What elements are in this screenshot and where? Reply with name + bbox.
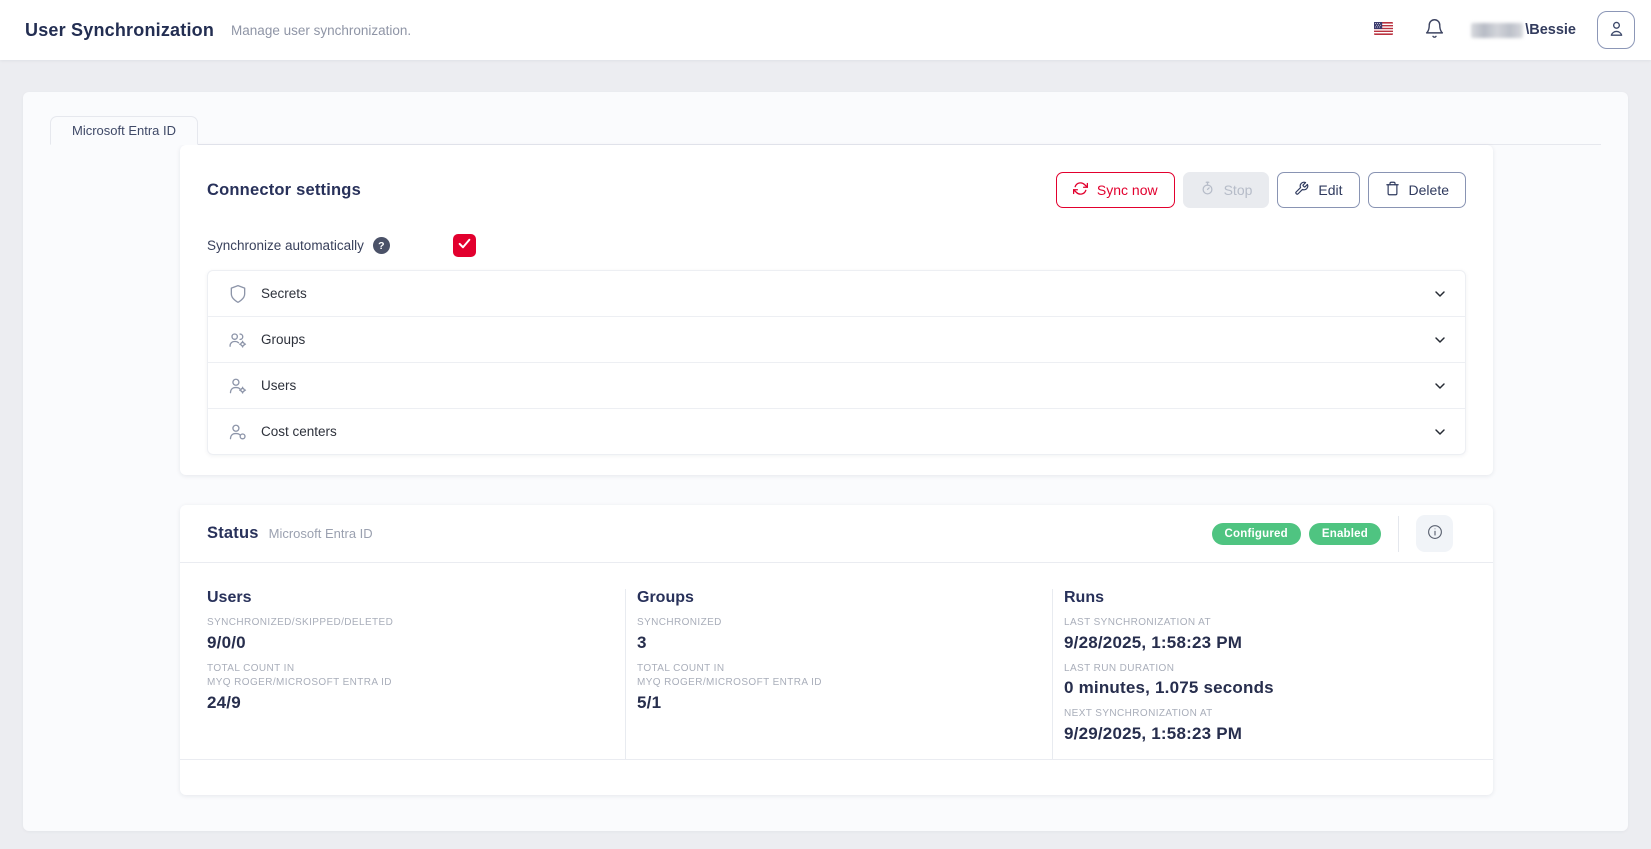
sync-refresh-icon (1073, 181, 1088, 199)
status-header: Status Microsoft Entra ID Configured Ena… (180, 505, 1493, 563)
page-title: User Synchronization (25, 20, 214, 41)
stat-label: NEXT SYNCHRONIZATION AT (1064, 707, 1473, 722)
stop-label: Stop (1224, 182, 1253, 198)
stat-label: SYNCHRONIZED (637, 616, 1032, 631)
vertical-divider (1398, 516, 1399, 552)
person-icon (1607, 19, 1626, 41)
stat-label: SYNCHRONIZED/SKIPPED/DELETED (207, 616, 605, 631)
stop-button[interactable]: Stop (1183, 172, 1270, 208)
connector-actions: Sync now Stop (1056, 172, 1466, 208)
bell-icon (1424, 18, 1445, 42)
user-settings-icon (228, 376, 248, 396)
accordion-label: Cost centers (261, 424, 337, 439)
accordion-row-cost-centers[interactable]: Cost centers (207, 408, 1466, 455)
connector-settings-card: Connector settings Sync now (180, 145, 1493, 475)
status-info-button[interactable] (1416, 515, 1453, 552)
stat: TOTAL COUNT IN MYQ ROGER/MICROSOFT ENTRA… (207, 662, 605, 713)
column-title: Runs (1064, 589, 1473, 607)
header-actions: \Bessie (1374, 11, 1635, 49)
stat-value: 9/28/2025, 1:58:23 PM (1064, 633, 1473, 653)
stat-value: 5/1 (637, 693, 1032, 713)
status-badge-enabled: Enabled (1309, 523, 1381, 545)
status-title: Status (207, 524, 259, 543)
stopwatch-icon (1200, 181, 1215, 199)
top-header: User Synchronization Manage user synchro… (0, 0, 1651, 60)
current-user-label: \Bessie (1471, 22, 1576, 38)
delete-button[interactable]: Delete (1368, 172, 1466, 208)
stat-label: TOTAL COUNT IN MYQ ROGER/MICROSOFT ENTRA… (637, 662, 1032, 691)
accordion-label: Groups (261, 332, 305, 347)
status-column-users: Users SYNCHRONIZED/SKIPPED/DELETED 9/0/0… (180, 589, 625, 759)
user-cost-icon (228, 422, 248, 442)
status-column-runs: Runs LAST SYNCHRONIZATION AT 9/28/2025, … (1052, 589, 1493, 759)
connector-settings-header: Connector settings Sync now (207, 172, 1466, 208)
page: User Synchronization Manage user synchro… (0, 0, 1651, 849)
delete-label: Delete (1409, 182, 1449, 198)
us-flag-icon (1374, 22, 1393, 38)
sync-now-label: Sync now (1097, 182, 1158, 198)
stat-value: 9/29/2025, 1:58:23 PM (1064, 724, 1473, 744)
chevron-down-icon (1432, 286, 1448, 302)
page-subtitle: Manage user synchronization. (231, 23, 411, 38)
stat: TOTAL COUNT IN MYQ ROGER/MICROSOFT ENTRA… (637, 662, 1032, 713)
synchronize-automatically-checkbox[interactable] (453, 234, 476, 257)
shield-icon (228, 284, 248, 304)
accordion-label: Users (261, 378, 296, 393)
accordion-row-secrets[interactable]: Secrets (207, 270, 1466, 317)
info-circle-icon (1426, 523, 1444, 544)
auto-sync-row: Synchronize automatically ? (207, 234, 1466, 257)
redacted-tenant-name (1471, 23, 1523, 38)
chevron-down-icon (1432, 332, 1448, 348)
stat-value: 0 minutes, 1.075 seconds (1064, 678, 1473, 698)
stat: NEXT SYNCHRONIZATION AT 9/29/2025, 1:58:… (1064, 707, 1473, 744)
status-card: Status Microsoft Entra ID Configured Ena… (180, 505, 1493, 795)
status-header-right: Configured Enabled (1204, 515, 1453, 552)
user-name: \Bessie (1525, 22, 1576, 38)
accordion-row-users[interactable]: Users (207, 362, 1466, 409)
tab-bar: Microsoft Entra ID (50, 116, 1601, 145)
status-column-groups: Groups SYNCHRONIZED 3 TOTAL COUNT IN MYQ… (625, 589, 1052, 759)
stat-value: 9/0/0 (207, 633, 605, 653)
connector-sections-accordion: Secrets (207, 270, 1466, 455)
stat-value: 3 (637, 633, 1032, 653)
edit-label: Edit (1318, 182, 1342, 198)
status-footer (180, 759, 1493, 795)
language-selector[interactable] (1374, 22, 1393, 38)
auto-sync-label: Synchronize automatically (207, 238, 364, 253)
stat-value: 24/9 (207, 693, 605, 713)
sync-now-button[interactable]: Sync now (1056, 172, 1175, 208)
main-panel: Microsoft Entra ID Connector settings (23, 92, 1628, 831)
chevron-down-icon (1432, 378, 1448, 394)
help-icon[interactable]: ? (373, 237, 390, 254)
wrench-icon (1294, 181, 1309, 199)
edit-button[interactable]: Edit (1277, 172, 1359, 208)
accordion-row-groups[interactable]: Groups (207, 316, 1466, 363)
checkmark-icon (457, 236, 472, 256)
status-columns: Users SYNCHRONIZED/SKIPPED/DELETED 9/0/0… (180, 563, 1493, 759)
user-menu-button[interactable] (1597, 11, 1635, 49)
notifications-button[interactable] (1424, 18, 1445, 42)
column-title: Users (207, 589, 605, 607)
tab-content: Connector settings Sync now (180, 145, 1493, 795)
connector-settings-title: Connector settings (207, 181, 361, 200)
accordion-label: Secrets (261, 286, 307, 301)
stat-label: TOTAL COUNT IN MYQ ROGER/MICROSOFT ENTRA… (207, 662, 605, 691)
status-badge-configured: Configured (1212, 523, 1301, 545)
group-settings-icon (228, 330, 248, 350)
status-subtitle: Microsoft Entra ID (269, 526, 373, 541)
chevron-down-icon (1432, 424, 1448, 440)
column-title: Groups (637, 589, 1032, 607)
trash-icon (1385, 181, 1400, 199)
stat: SYNCHRONIZED 3 (637, 616, 1032, 653)
stat: LAST SYNCHRONIZATION AT 9/28/2025, 1:58:… (1064, 616, 1473, 653)
stat: LAST RUN DURATION 0 minutes, 1.075 secon… (1064, 662, 1473, 699)
tab-microsoft-entra-id[interactable]: Microsoft Entra ID (50, 116, 198, 145)
stat: SYNCHRONIZED/SKIPPED/DELETED 9/0/0 (207, 616, 605, 653)
stat-label: LAST SYNCHRONIZATION AT (1064, 616, 1473, 631)
stat-label: LAST RUN DURATION (1064, 662, 1473, 677)
